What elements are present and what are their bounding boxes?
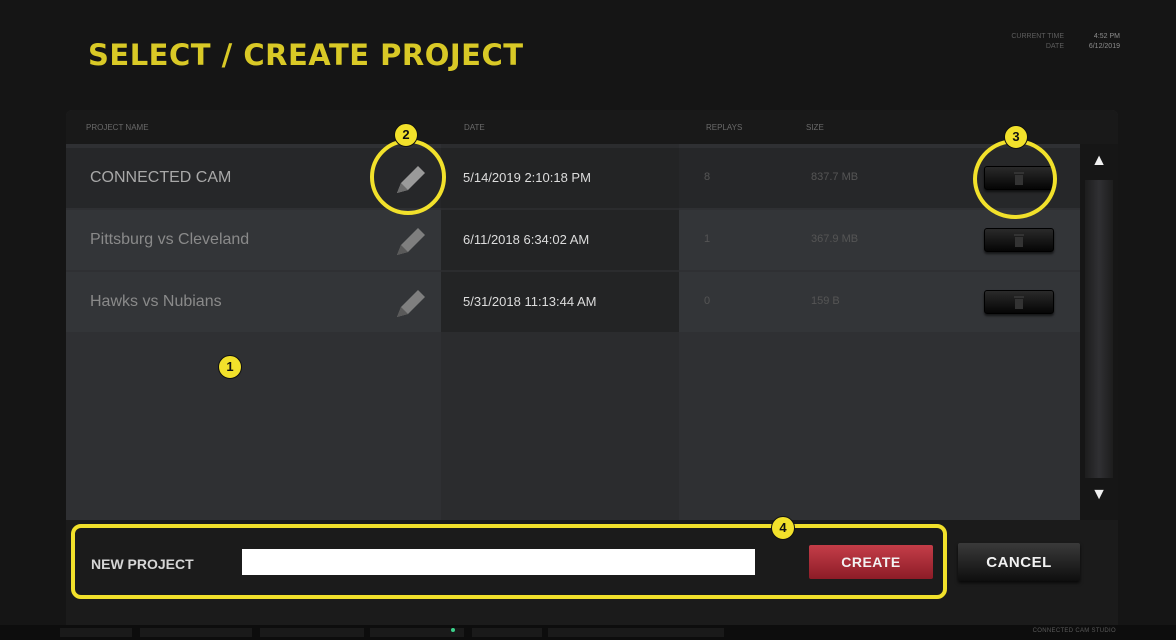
clock-labels: CURRENT TIME DATE bbox=[984, 32, 1064, 52]
pencil-icon[interactable] bbox=[391, 284, 431, 320]
highlight-circle-edit bbox=[370, 139, 446, 215]
table-row[interactable]: Hawks vs Nubians 5/31/2018 11:13:44 AM 0… bbox=[66, 272, 1080, 332]
column-header-date[interactable]: DATE bbox=[464, 123, 485, 132]
triangle-up-icon[interactable]: ▲ bbox=[1081, 150, 1117, 172]
annotation-badge: 3 bbox=[1004, 125, 1028, 149]
status-segment bbox=[140, 628, 252, 637]
pencil-icon[interactable] bbox=[391, 222, 431, 258]
brand-label: CONNECTED CAM STUDIO bbox=[1032, 628, 1116, 634]
annotation-badge: 4 bbox=[771, 516, 795, 540]
trash-icon bbox=[1014, 234, 1024, 247]
project-size: 367.9 MB bbox=[811, 233, 859, 245]
annotation-badge: 2 bbox=[394, 123, 418, 147]
date-label: DATE bbox=[1045, 43, 1064, 50]
project-date: 6/11/2018 6:34:02 AM bbox=[441, 210, 679, 270]
highlight-rect-new-project bbox=[71, 524, 947, 599]
table-header: PROJECT NAME DATE REPLAYS SIZE bbox=[66, 110, 1118, 144]
triangle-down-icon[interactable]: ▼ bbox=[1081, 484, 1117, 506]
status-segment bbox=[548, 628, 724, 637]
project-date: 5/14/2019 2:10:18 PM bbox=[441, 148, 679, 208]
table-row[interactable]: Pittsburg vs Cleveland 6/11/2018 6:34:02… bbox=[66, 210, 1080, 270]
trash-icon bbox=[1014, 296, 1024, 309]
column-header-size[interactable]: SIZE bbox=[806, 123, 824, 132]
project-replays: 8 bbox=[704, 171, 711, 183]
table-row[interactable]: CONNECTED CAM 5/14/2019 2:10:18 PM 8 837… bbox=[66, 148, 1080, 208]
page-title: SELECT / CREATE PROJECT bbox=[88, 38, 524, 72]
current-time-label: CURRENT TIME bbox=[1011, 33, 1064, 40]
status-segment bbox=[472, 628, 542, 637]
status-segment bbox=[370, 628, 464, 637]
current-time-value: 4:52 PM bbox=[1093, 33, 1120, 40]
project-size: 837.7 MB bbox=[811, 171, 859, 183]
status-segment bbox=[260, 628, 364, 637]
cancel-button[interactable]: CANCEL bbox=[958, 543, 1080, 581]
scroll-thumb[interactable] bbox=[1085, 180, 1113, 478]
clock-values: 4:52 PM 6/12/2019 bbox=[1070, 32, 1120, 52]
column-header-replays[interactable]: REPLAYS bbox=[706, 123, 742, 132]
status-indicator bbox=[451, 628, 455, 632]
project-size: 159 B bbox=[811, 295, 840, 307]
project-date: 5/31/2018 11:13:44 AM bbox=[441, 272, 679, 332]
delete-button[interactable] bbox=[984, 290, 1054, 314]
annotation-badge: 1 bbox=[218, 355, 242, 379]
project-name: CONNECTED CAM bbox=[90, 169, 232, 186]
project-replays: 1 bbox=[704, 233, 711, 245]
status-segment bbox=[60, 628, 132, 637]
date-value: 6/12/2019 bbox=[1088, 43, 1120, 50]
column-header-project-name[interactable]: PROJECT NAME bbox=[86, 123, 149, 132]
project-table: PROJECT NAME DATE REPLAYS SIZE CONNECTED… bbox=[66, 110, 1118, 520]
highlight-circle-delete bbox=[973, 139, 1057, 219]
delete-button[interactable] bbox=[984, 228, 1054, 252]
project-name: Hawks vs Nubians bbox=[90, 293, 222, 310]
scrollbar[interactable]: ▲ ▼ bbox=[1080, 144, 1118, 520]
project-name: Pittsburg vs Cleveland bbox=[90, 231, 250, 248]
project-replays: 0 bbox=[704, 295, 711, 307]
status-bar bbox=[0, 625, 1176, 640]
